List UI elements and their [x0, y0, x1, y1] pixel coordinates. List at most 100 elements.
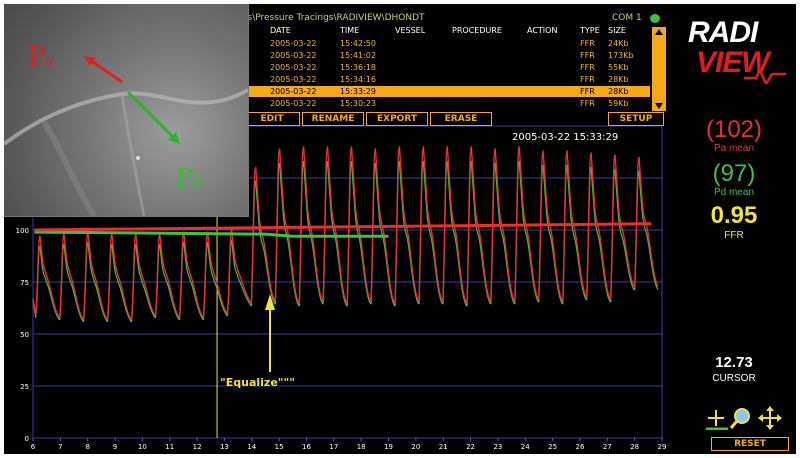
x-tick-label: 6 [31, 443, 36, 451]
equalize-annotation: "Equalize""" [220, 376, 295, 389]
ffr-label: FFR [724, 230, 744, 241]
file-row[interactable]: 2005-03-22 15:30:23 FFR 59Kb [240, 98, 650, 109]
pa-label-main: P [28, 42, 46, 72]
row-type: FFR [580, 39, 595, 48]
x-tick-label: 21 [439, 443, 448, 451]
scroll-up-icon[interactable] [655, 29, 663, 35]
row-date: 2005-03-22 [270, 63, 317, 72]
x-tick-label: 12 [193, 443, 202, 451]
col-date: DATE [270, 26, 291, 35]
row-time: 15:34:16 [340, 75, 376, 84]
y-tick-label: 100 [16, 227, 29, 235]
angiogram-image [4, 56, 248, 216]
row-time: 15:41:02 [340, 51, 376, 60]
row-size: 28Kb [608, 75, 629, 84]
file-row[interactable]: 2005-03-22 15:42:50 FFR 24Kb [240, 38, 650, 49]
connection-status-icon [650, 14, 660, 23]
pd-mean-value: (97) [712, 160, 756, 187]
file-row[interactable]: 2005-03-22 15:34:16 FFR 28Kb [240, 74, 650, 85]
x-tick-label: 18 [357, 443, 366, 451]
row-type: FFR [580, 99, 595, 108]
pd-label-main: P [176, 164, 194, 194]
pd-label-sub: d [193, 175, 203, 191]
logo-heartbeat-icon [744, 67, 786, 84]
pa-mean-value: (102) [705, 116, 763, 143]
row-size: 55Kb [608, 63, 629, 72]
file-row[interactable]: 2005-03-22 15:36:18 FFR 55Kb [240, 62, 650, 73]
row-time: 15:42:50 [340, 39, 376, 48]
row-time: 15:36:18 [340, 63, 376, 72]
setup-button[interactable]: SETUP [608, 112, 664, 126]
row-size: 59Kb [608, 99, 629, 108]
x-tick-label: 25 [548, 443, 557, 451]
row-size: 173Kb [608, 51, 634, 60]
x-tick-label: 19 [384, 443, 393, 451]
reset-button[interactable]: RESET [711, 437, 789, 451]
col-action: ACTION [527, 26, 558, 35]
erase-button[interactable]: ERASE [430, 112, 492, 126]
file-table: DATE TIME VESSEL PROCEDURE ACTION TYPE S… [240, 25, 666, 111]
pd-label: Pd [176, 164, 202, 194]
col-vessel: VESSEL [395, 26, 426, 35]
x-tick-label: 23 [493, 443, 502, 451]
recording-timestamp: 2005-03-22 15:33:29 [512, 132, 619, 143]
row-time: 15:30:23 [340, 99, 376, 108]
x-tick-label: 17 [329, 443, 338, 451]
x-tick-label: 16 [302, 443, 311, 451]
export-button[interactable]: EXPORT [366, 112, 428, 126]
col-procedure: PROCEDURE [452, 26, 502, 35]
x-tick-label: 8 [85, 443, 89, 451]
file-row-selected[interactable]: 2005-03-22 15:33:29 FFR 28Kb [240, 86, 650, 97]
y-tick-label: 75 [20, 279, 29, 287]
row-date: 2005-03-22 [270, 99, 317, 108]
row-date: 2005-03-22 [270, 39, 317, 48]
com-port: COM 1 [612, 13, 642, 23]
x-tick-label: 15 [275, 443, 284, 451]
row-type: FFR [580, 51, 595, 60]
col-size: SIZE [608, 26, 626, 35]
rename-button[interactable]: RENAME [302, 112, 364, 126]
pd-mean-label: Pd mean [713, 187, 755, 198]
move-icon[interactable] [758, 406, 782, 430]
row-date: 2005-03-22 [270, 87, 317, 96]
col-time: TIME [340, 26, 360, 35]
x-tick-label: 29 [658, 443, 667, 451]
x-tick-label: 9 [113, 443, 117, 451]
x-tick-label: 20 [411, 443, 420, 451]
row-date: 2005-03-22 [270, 51, 317, 60]
cursor-label: CURSOR [712, 373, 756, 384]
chart-tools [706, 406, 782, 430]
y-tick-label: 25 [20, 383, 29, 391]
row-type: FFR [580, 75, 595, 84]
x-tick-label: 14 [247, 443, 256, 451]
cursor-value: 12.73 [715, 354, 753, 371]
y-tick-label: 0 [25, 435, 29, 443]
radiview-logo: RADI VIEW [674, 12, 790, 84]
pa-mean-label: Pa mean [713, 143, 755, 154]
row-size: 28Kb [608, 87, 629, 96]
row-type: FFR [580, 63, 595, 72]
edit-button[interactable]: EDIT [244, 112, 300, 126]
file-path: ts\Pressure Tracings\RADIVIEW\DHONDT [244, 13, 425, 23]
zoom-icon[interactable] [729, 408, 750, 429]
ffr-value: 0.95 [710, 202, 758, 229]
x-tick-label: 11 [165, 443, 174, 451]
scroll-down-icon[interactable] [655, 103, 663, 109]
pa-mean-line [34, 222, 652, 232]
row-date: 2005-03-22 [270, 75, 317, 84]
radiview-screen: 0255075100125678910111213141516171819202… [4, 4, 796, 454]
file-path-bar: ts\Pressure Tracings\RADIVIEW\DHONDT COM… [240, 12, 672, 25]
angiogram-inset: Pa Pd [4, 4, 249, 217]
x-tick-label: 28 [630, 443, 639, 451]
x-tick-label: 26 [575, 443, 584, 451]
crosshair-icon[interactable] [706, 410, 728, 430]
x-tick-label: 10 [138, 443, 147, 451]
x-tick-label: 13 [220, 443, 229, 451]
col-type: TYPE [580, 26, 600, 35]
x-tick-label: 22 [466, 443, 475, 451]
y-tick-label: 50 [20, 331, 29, 339]
row-time: 15:33:29 [340, 87, 376, 96]
file-list-scrollbar[interactable] [652, 27, 666, 111]
row-type: FFR [580, 87, 595, 96]
file-row[interactable]: 2005-03-22 15:41:02 FFR 173Kb [240, 50, 650, 61]
